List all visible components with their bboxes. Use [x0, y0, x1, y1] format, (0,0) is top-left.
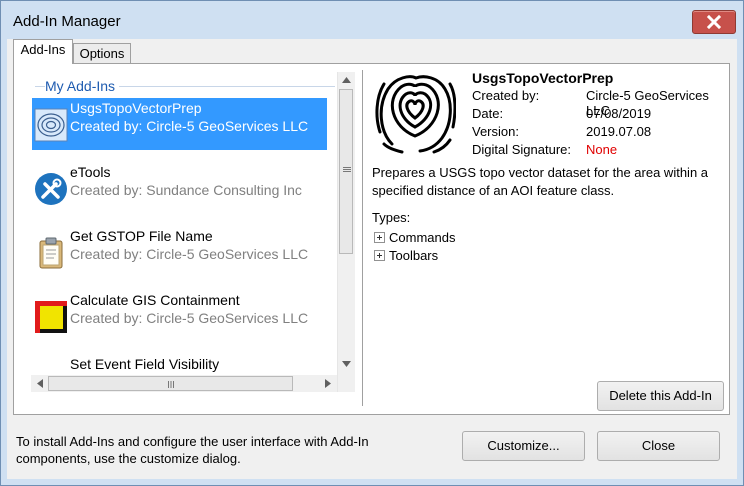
version-label: Version: [472, 124, 519, 139]
list-item-etools[interactable]: eTools Created by: Sundance Consulting I… [32, 162, 327, 214]
version-value: 2019.07.08 [586, 124, 652, 139]
list-item-creator: Created by: Circle-5 GeoServices LLC [70, 310, 309, 326]
list-item-name: eTools [70, 164, 111, 180]
tree-node-label: Toolbars [389, 248, 439, 263]
add-in-manager-window: Add-In Manager Add-Ins Options My Add-In… [0, 0, 744, 486]
window-close-button[interactable] [692, 10, 736, 34]
scroll-right-icon[interactable] [325, 379, 331, 388]
types-label: Types: [372, 210, 411, 225]
list-item-creator: Created by: Sundance Consulting Inc [70, 182, 302, 198]
scroll-left-icon[interactable] [37, 379, 43, 388]
grip-icon [343, 167, 351, 172]
list-item-name: Calculate GIS Containment [70, 292, 240, 308]
containment-icon [35, 301, 67, 333]
tree-node-commands[interactable]: Commands [374, 230, 455, 245]
tab-add-ins[interactable]: Add-Ins [13, 39, 73, 64]
list-item-usgs-topo[interactable]: UsgsTopoVectorPrep Created by: Circle-5 … [32, 98, 327, 150]
horizontal-scroll-thumb[interactable] [48, 376, 293, 391]
list-item-set-event-field[interactable]: Set Event Field Visibility [32, 354, 327, 374]
title-bar[interactable]: Add-In Manager [1, 1, 743, 39]
horizontal-scrollbar[interactable] [31, 375, 337, 392]
list-item-creator: Created by: Circle-5 GeoServices LLC [70, 118, 309, 134]
expand-icon[interactable] [374, 250, 385, 261]
list-item-creator: Created by: Circle-5 GeoServices LLC [70, 246, 309, 262]
delete-add-in-button[interactable]: Delete this Add-In [597, 381, 724, 411]
details-pane: UsgsTopoVectorPrep Created by: Circle-5 … [364, 64, 728, 414]
topo-map-icon [34, 108, 68, 142]
topo-map-icon [375, 75, 456, 154]
clipboard-icon [39, 237, 63, 269]
panel-divider [362, 70, 363, 406]
created-by-label: Created by: [472, 88, 540, 103]
close-icon [707, 15, 721, 29]
vertical-scroll-thumb[interactable] [339, 89, 353, 254]
tree-node-label: Commands [389, 230, 456, 245]
group-title: My Add-Ins [45, 78, 120, 94]
add-ins-panel: My Add-Ins UsgsTopoVectorPrep Created by… [13, 63, 730, 415]
signature-label: Digital Signature: [472, 142, 571, 157]
grip-icon [168, 381, 174, 388]
list-item-name: UsgsTopoVectorPrep [70, 100, 202, 116]
customize-button[interactable]: Customize... [462, 431, 585, 461]
tab-options[interactable]: Options [73, 43, 131, 63]
vertical-scrollbar[interactable] [337, 72, 355, 392]
tools-icon [35, 173, 67, 205]
list-item-calc-containment[interactable]: Calculate GIS Containment Created by: Ci… [32, 290, 327, 342]
scroll-down-icon[interactable] [342, 361, 351, 367]
date-value: 07/08/2019 [586, 106, 652, 121]
list-item-get-gstop[interactable]: Get GSTOP File Name Created by: Circle-5… [32, 226, 327, 278]
list-item-name: Set Event Field Visibility [70, 356, 220, 372]
tree-node-toolbars[interactable]: Toolbars [374, 248, 438, 263]
detail-add-in-name: UsgsTopoVectorPrep [472, 70, 614, 86]
list-item-name: Get GSTOP File Name [70, 228, 213, 244]
description-text: Prepares a USGS topo vector dataset for … [372, 165, 709, 198]
window-title: Add-In Manager [13, 13, 121, 30]
signature-value: None [586, 142, 618, 157]
dialog-client: Add-Ins Options My Add-Ins UsgsTopoVecto… [7, 39, 737, 479]
date-label: Date: [472, 106, 504, 121]
expand-icon[interactable] [374, 232, 385, 243]
footer-instructions: To install Add-Ins and configure the use… [16, 434, 369, 466]
add-in-list[interactable]: My Add-Ins UsgsTopoVectorPrep Created by… [15, 64, 360, 414]
scroll-up-icon[interactable] [342, 77, 351, 83]
close-button[interactable]: Close [597, 431, 720, 461]
